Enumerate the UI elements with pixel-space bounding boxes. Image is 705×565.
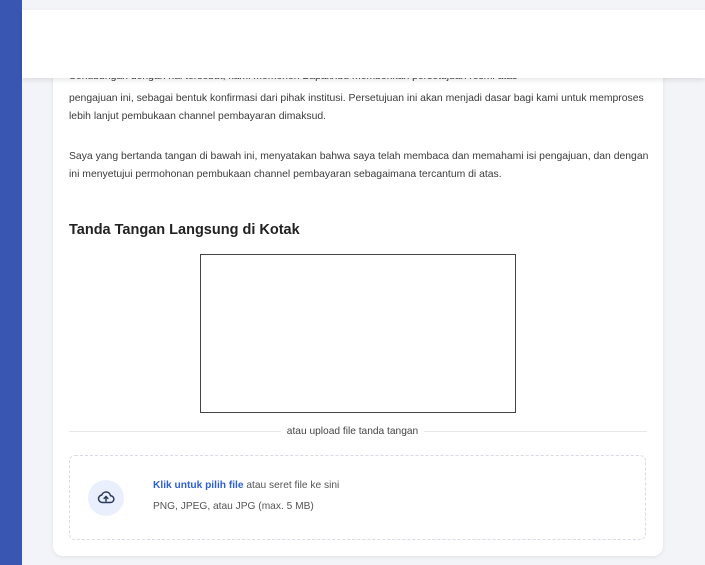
paragraph-request: pengajuan ini, sebagai bentuk konfirmasi… xyxy=(69,93,644,122)
paragraph-declaration: Saya yang bertanda tangan di bawah ini, … xyxy=(69,151,649,180)
file-dropzone[interactable] xyxy=(69,455,646,540)
top-bar xyxy=(22,10,705,78)
upload-hint-text: atau upload file tanda tangan xyxy=(280,426,425,437)
dropzone-instruction: Klik untuk pilih file atau seret file ke… xyxy=(153,480,339,491)
signature-canvas[interactable] xyxy=(200,254,516,413)
choose-file-link[interactable]: Klik untuk pilih file xyxy=(153,480,244,491)
drag-drop-text: atau seret file ke sini xyxy=(243,480,340,491)
cloud-upload-icon xyxy=(88,480,124,516)
dropzone-formats: PNG, JPEG, atau JPG (max. 5 MB) xyxy=(153,501,314,512)
upload-hint-row: atau upload file tanda tangan xyxy=(0,426,705,437)
signature-section-title: Tanda Tangan Langsung di Kotak xyxy=(69,222,300,238)
